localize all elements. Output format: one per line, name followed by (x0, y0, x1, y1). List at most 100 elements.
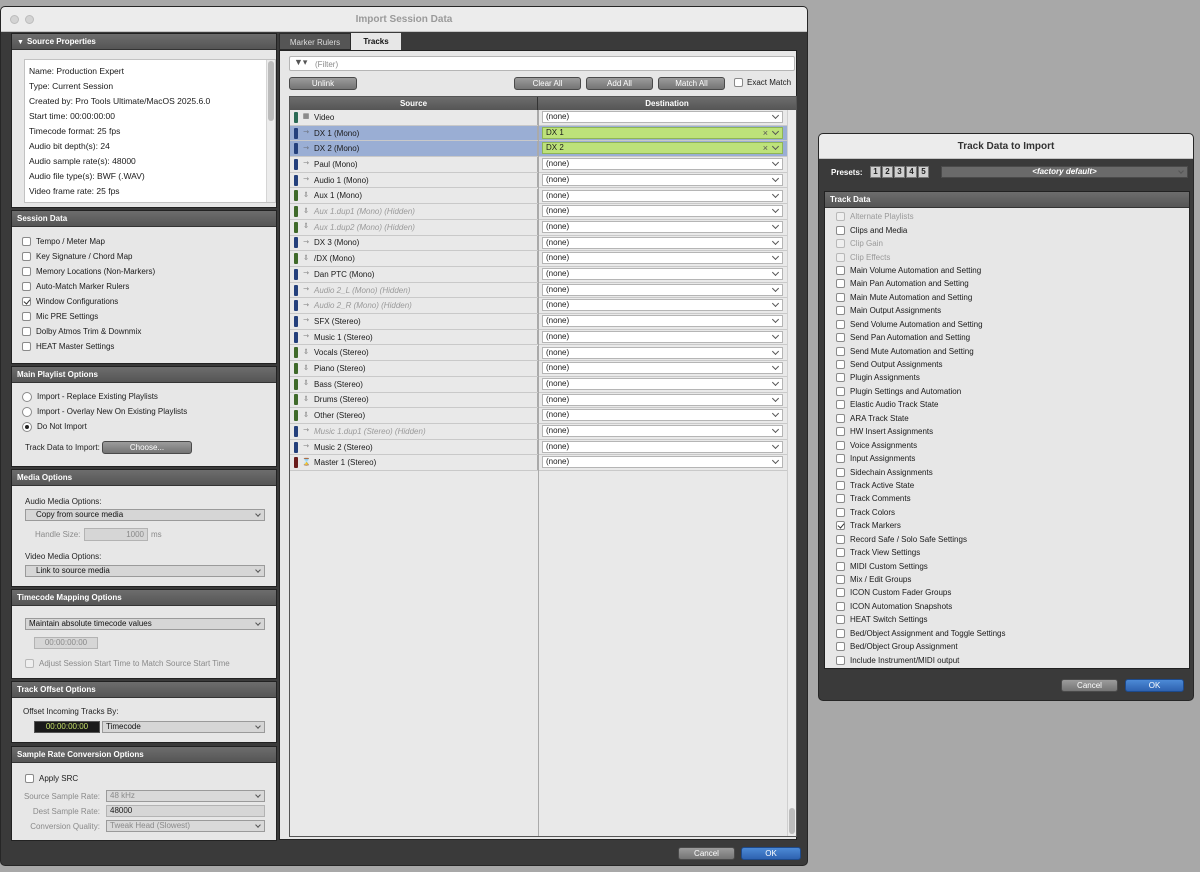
track-data-option[interactable]: Send Volume Automation and Setting (825, 318, 1189, 331)
clear-destination-icon[interactable]: × (763, 128, 768, 138)
track-data-option[interactable]: Bed/Object Group Assignment (825, 640, 1189, 653)
track-data-checkbox[interactable] (836, 373, 845, 383)
destination-select[interactable]: (none) (542, 456, 783, 469)
destination-select[interactable]: DX 2 × (542, 142, 783, 155)
track-source-cell[interactable]: ⇾ DX 1 (Mono) (290, 125, 538, 141)
preset-button[interactable]: 1 (870, 166, 881, 178)
audio-media-options-select[interactable]: Copy from source media (25, 509, 265, 521)
destination-select[interactable]: (none) (542, 252, 783, 265)
preset-select[interactable]: <factory default> (941, 166, 1188, 178)
track-source-cell[interactable]: ⇩ Aux 1.dup2 (Mono) (Hidden) (290, 219, 538, 235)
preset-button[interactable]: 3 (894, 166, 905, 178)
track-data-option[interactable]: Plugin Assignments (825, 371, 1189, 384)
track-data-checkbox[interactable] (836, 480, 845, 490)
track-data-checkbox[interactable] (836, 225, 845, 235)
track-data-cancel-button[interactable]: Cancel (1061, 679, 1118, 692)
track-data-checkbox[interactable] (836, 386, 845, 396)
track-data-checkbox[interactable] (836, 521, 845, 531)
unlink-button[interactable]: Unlink (289, 77, 357, 90)
track-data-checkbox[interactable] (836, 400, 845, 410)
track-data-checkbox[interactable] (836, 642, 845, 652)
playlist-radio[interactable] (22, 421, 32, 432)
track-data-checkbox[interactable] (836, 454, 845, 464)
apply-src-checkbox[interactable] (25, 774, 34, 783)
track-source-cell[interactable]: ⇩ Other (Stereo) (290, 408, 538, 423)
track-data-option[interactable]: ICON Automation Snapshots (825, 600, 1189, 613)
destination-select[interactable]: (none) (542, 425, 783, 437)
destination-select[interactable]: (none) (542, 158, 783, 171)
destination-select[interactable]: (none) (542, 346, 783, 359)
track-source-cell[interactable]: ⇩ Vocals (Stereo) (290, 345, 538, 361)
track-source-cell[interactable]: ⇾ Music 1 (Stereo) (290, 329, 538, 345)
destination-select[interactable]: (none) (542, 440, 783, 453)
session-data-checkbox[interactable] (22, 327, 31, 336)
track-source-cell[interactable]: ⇾ Audio 2_R (Mono) (Hidden) (290, 298, 538, 314)
session-data-option[interactable]: Tempo / Meter Map (12, 234, 276, 249)
track-data-option[interactable]: Main Output Assignments (825, 304, 1189, 317)
filter-field[interactable]: ▼▾ (Filter) (289, 56, 795, 71)
session-data-option[interactable]: Auto-Match Marker Rulers (12, 279, 276, 294)
adjust-start-time-option[interactable]: Adjust Session Start Time to Match Sourc… (15, 656, 230, 671)
offset-unit-select[interactable]: Timecode (102, 721, 265, 733)
track-source-cell[interactable]: ⇩ Bass (Stereo) (290, 376, 538, 392)
session-data-option[interactable]: Dolby Atmos Trim & Downmix (12, 324, 276, 339)
choose-track-data-button[interactable]: Choose... (102, 441, 192, 454)
dest-sample-rate-field[interactable]: 48000 (106, 805, 265, 817)
timecode-mapping-select[interactable]: Maintain absolute timecode values (25, 618, 265, 630)
track-source-cell[interactable]: ⇾ Audio 1 (Mono) (290, 172, 538, 188)
track-source-cell[interactable]: ⇩ Aux 1 (Mono) (290, 188, 538, 204)
track-data-option[interactable]: Track Comments (825, 492, 1189, 505)
session-data-checkbox[interactable] (22, 252, 31, 261)
mapping-timecode-field[interactable]: 00:00:00:00 (34, 637, 98, 649)
track-data-checkbox[interactable] (836, 534, 845, 544)
track-data-checkbox[interactable] (836, 601, 845, 611)
session-data-option[interactable]: HEAT Master Settings (12, 339, 276, 354)
track-data-option[interactable]: MIDI Custom Settings (825, 559, 1189, 572)
track-data-checkbox[interactable] (836, 319, 845, 329)
handle-size-field[interactable]: 1000 (84, 528, 148, 541)
track-data-option[interactable]: Send Pan Automation and Setting (825, 331, 1189, 344)
destination-select[interactable]: (none) (542, 173, 783, 186)
table-scrollbar-thumb[interactable] (789, 808, 795, 834)
track-data-option[interactable]: ARA Track State (825, 412, 1189, 425)
playlist-radio[interactable] (22, 406, 32, 417)
playlist-radio[interactable] (22, 391, 32, 402)
track-data-option[interactable]: Elastic Audio Track State (825, 398, 1189, 411)
track-data-option[interactable]: Track View Settings (825, 546, 1189, 559)
track-data-checkbox[interactable] (836, 252, 845, 262)
table-scrollbar[interactable] (787, 110, 796, 836)
destination-select[interactable]: (none) (542, 268, 783, 280)
track-source-cell[interactable]: ⇾ Dan PTC (Mono) (290, 267, 538, 282)
destination-select[interactable]: (none) (542, 205, 783, 218)
track-data-checkbox[interactable] (836, 292, 845, 302)
track-data-checkbox[interactable] (836, 507, 845, 517)
source-sample-rate-select[interactable]: 48 kHz (106, 790, 265, 802)
destination-select[interactable]: (none) (542, 393, 783, 406)
track-source-cell[interactable]: ⇾ Music 2 (Stereo) (290, 439, 538, 455)
track-source-cell[interactable]: ⇾ Audio 2_L (Mono) (Hidden) (290, 282, 538, 298)
track-data-option[interactable]: Alternate Playlists (825, 210, 1189, 223)
main-cancel-button[interactable]: Cancel (678, 847, 735, 860)
track-data-option[interactable]: Clip Effects (825, 250, 1189, 263)
destination-column-header[interactable]: Destination (538, 97, 796, 110)
apply-src-option[interactable]: Apply SRC (15, 771, 78, 786)
track-data-checkbox[interactable] (836, 440, 845, 450)
minimize-window-button[interactable] (25, 15, 34, 24)
clear-all-button[interactable]: Clear All (514, 77, 581, 90)
disclosure-triangle-icon[interactable]: ▼ (17, 39, 24, 46)
track-data-checkbox[interactable] (836, 306, 845, 316)
destination-select[interactable]: (none) (542, 362, 783, 375)
track-source-cell[interactable]: ⇩ Drums (Stereo) (290, 392, 538, 408)
track-data-checkbox[interactable] (836, 265, 845, 275)
track-data-checkbox[interactable] (836, 494, 845, 504)
session-data-checkbox[interactable] (22, 297, 31, 306)
playlist-option[interactable]: Do Not Import (12, 419, 276, 434)
match-all-button[interactable]: Match All (658, 77, 725, 90)
track-data-option[interactable]: Track Markers (825, 519, 1189, 532)
track-source-cell[interactable]: ⇾ Paul (Mono) (290, 157, 538, 172)
session-data-option[interactable]: Mic PRE Settings (12, 309, 276, 324)
track-data-checkbox[interactable] (836, 467, 845, 477)
destination-select[interactable]: (none) (542, 299, 783, 312)
playlist-option[interactable]: Import - Overlay New On Existing Playlis… (12, 404, 276, 419)
session-data-checkbox[interactable] (22, 282, 31, 291)
